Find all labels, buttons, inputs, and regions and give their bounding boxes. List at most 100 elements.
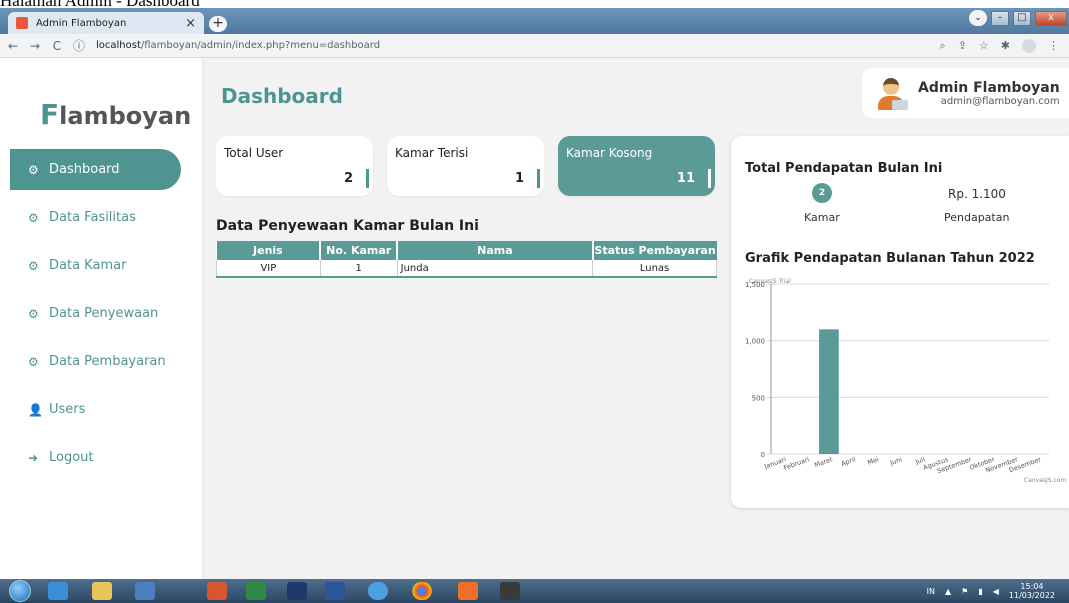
sidebar-item-logout[interactable]: ➜ Logout: [10, 437, 181, 478]
forward-icon[interactable]: →: [26, 39, 44, 53]
sidebar-item-dashboard[interactable]: ⚙ Dashboard: [10, 149, 181, 190]
window-title: Halaman Admin - Dashboard: [0, 0, 200, 8]
menu-icon[interactable]: ⋮: [1048, 39, 1059, 53]
excel-icon[interactable]: [246, 582, 266, 600]
close-window-button[interactable]: x: [1035, 10, 1067, 26]
card-accent-bar: [366, 169, 369, 188]
card-value: 11: [676, 171, 695, 186]
column-header: Jenis: [216, 241, 322, 260]
address-bar-actions: ⌕ ⇪ ☆ ✱ ⋮: [940, 38, 1069, 53]
minimize-button[interactable]: –: [991, 10, 1009, 26]
rentals-table: Jenis No. Kamar Nama Status Pembayaran V…: [216, 241, 717, 278]
sidebar-item-data-penyewaan[interactable]: ⚙ Data Penyewaan: [10, 293, 181, 334]
sidebar-item-label: Users: [49, 402, 86, 417]
signal-icon[interactable]: ▮: [978, 587, 982, 596]
chart-title: Grafik Pendapatan Bulanan Tahun 2022: [745, 251, 1035, 266]
app-body: Flamboyan ⚙ Dashboard ⚙ Data Fasilitas ⚙ Da…: [0, 58, 1069, 579]
rentals-title: Data Penyewaan Kamar Bulan Ini: [216, 218, 479, 234]
gauge-icon: ⚙: [28, 306, 39, 321]
gauge-icon: ⚙: [28, 258, 39, 273]
user-profile[interactable]: Admin Flamboyan admin@flamboyan.com: [862, 68, 1069, 118]
user-icon: 👤: [28, 402, 43, 417]
xampp-icon[interactable]: [458, 582, 478, 600]
ie-icon[interactable]: [48, 582, 68, 600]
brand-rest: lamboyan: [59, 102, 192, 130]
window-controls: ⌄ – □ x: [969, 10, 1067, 26]
close-tab-icon[interactable]: ×: [185, 16, 196, 31]
clock[interactable]: 15:04 11/03/2022: [1009, 582, 1055, 600]
info-icon[interactable]: ⓘ: [70, 37, 88, 54]
browser-tab[interactable]: Admin Flamboyan ×: [8, 12, 204, 34]
sidebar-item-data-fasilitas[interactable]: ⚙ Data Fasilitas: [10, 197, 181, 238]
x-tick-label: Juni: [888, 455, 903, 467]
tab-search-icon[interactable]: ⌄: [969, 10, 987, 26]
back-icon[interactable]: ←: [4, 39, 22, 53]
card-value: 1: [514, 171, 524, 186]
sublime-icon[interactable]: [500, 582, 520, 600]
address-bar: ← → C ⓘ localhost/flamboyan/admin/index.…: [0, 34, 1069, 58]
y-tick-label: 0: [761, 451, 765, 459]
favicon-icon: [16, 17, 28, 29]
brand-first-letter: F: [40, 98, 60, 131]
reload-icon[interactable]: C: [48, 39, 66, 53]
sidebar-item-data-kamar[interactable]: ⚙ Data Kamar: [10, 245, 181, 286]
share-icon[interactable]: ⇪: [958, 39, 967, 53]
media-player-icon[interactable]: [135, 582, 155, 600]
table-cell: Junda: [396, 260, 594, 278]
card-label: Kamar Kosong: [566, 146, 653, 160]
sidebar-nav: ⚙ Dashboard ⚙ Data Fasilitas ⚙ Data Kamar ⚙…: [10, 149, 181, 485]
clock-time: 15:04: [1020, 582, 1044, 591]
photoshop-icon[interactable]: [287, 582, 307, 600]
card-kamar-kosong: Kamar Kosong 11: [558, 136, 715, 196]
zoom-icon[interactable]: ⌕: [940, 39, 946, 53]
sidebar-item-data-pembayaran[interactable]: ⚙ Data Pembayaran: [10, 341, 181, 382]
chrome-icon[interactable]: [412, 582, 432, 600]
table-cell: Lunas: [592, 260, 717, 278]
x-tick-label: Mei: [866, 455, 880, 466]
y-tick-label: 500: [752, 394, 765, 402]
sidebar-item-label: Data Penyewaan: [49, 306, 159, 321]
sidebar-item-label: Dashboard: [49, 162, 120, 177]
sidebar-item-users[interactable]: 👤 Users: [10, 389, 181, 430]
star-icon[interactable]: ☆: [979, 39, 989, 53]
start-button[interactable]: [9, 580, 31, 602]
url-field[interactable]: localhost/flamboyan/admin/index.php?menu…: [96, 40, 380, 51]
url-host: localhost: [96, 40, 141, 51]
system-tray: IN ▲ ⚑ ▮ ◀ 15:04 11/03/2022: [927, 582, 1055, 600]
kamar-count-badge: 2: [812, 183, 832, 203]
sidebar-item-label: Data Kamar: [49, 258, 127, 273]
volume-icon[interactable]: ◀: [993, 587, 999, 596]
profile-icon[interactable]: [1022, 38, 1036, 53]
y-tick-label: 1,500: [745, 281, 765, 289]
table-cell: 1: [319, 260, 398, 278]
chart-bar: [819, 329, 839, 454]
browser-tab-bar: Admin Flamboyan × + ⌄ – □ x: [0, 8, 1069, 34]
page-title: Dashboard: [221, 84, 343, 108]
user-name: Admin Flamboyan: [918, 79, 1060, 96]
flag-icon[interactable]: ⚑: [961, 587, 968, 596]
sidebar-item-label: Logout: [49, 450, 94, 465]
x-tick-label: April: [840, 455, 857, 468]
income-title: Total Pendapatan Bulan Ini: [745, 161, 943, 176]
column-header: Status Pembayaran: [592, 241, 717, 260]
brand-logo[interactable]: Flamboyan: [40, 98, 191, 131]
card-accent-bar: [708, 169, 711, 188]
extensions-icon[interactable]: ✱: [1001, 39, 1010, 53]
chart-watermark-bottom: CanvasJS.com: [1024, 477, 1067, 484]
word-icon[interactable]: [325, 582, 345, 600]
gauge-icon: ⚙: [28, 210, 39, 225]
powerpoint-icon[interactable]: [207, 582, 227, 600]
x-tick-label: Maret: [813, 455, 834, 469]
income-amount: Rp. 1.100: [948, 187, 1006, 201]
sidebar-item-label: Data Pembayaran: [49, 354, 166, 369]
network-icon[interactable]: [368, 582, 388, 600]
new-tab-button[interactable]: +: [209, 16, 227, 32]
language-indicator[interactable]: IN: [927, 587, 935, 596]
maximize-button[interactable]: □: [1013, 10, 1031, 26]
stat-cards: Total User 2 Kamar Terisi 1 Kamar Kosong…: [216, 136, 715, 196]
gauge-icon: ⚙: [28, 354, 39, 369]
tray-arrow-icon[interactable]: ▲: [945, 587, 951, 596]
kamar-label: Kamar: [804, 211, 840, 224]
explorer-icon[interactable]: [92, 582, 112, 600]
table-cell: VIP: [216, 260, 321, 278]
